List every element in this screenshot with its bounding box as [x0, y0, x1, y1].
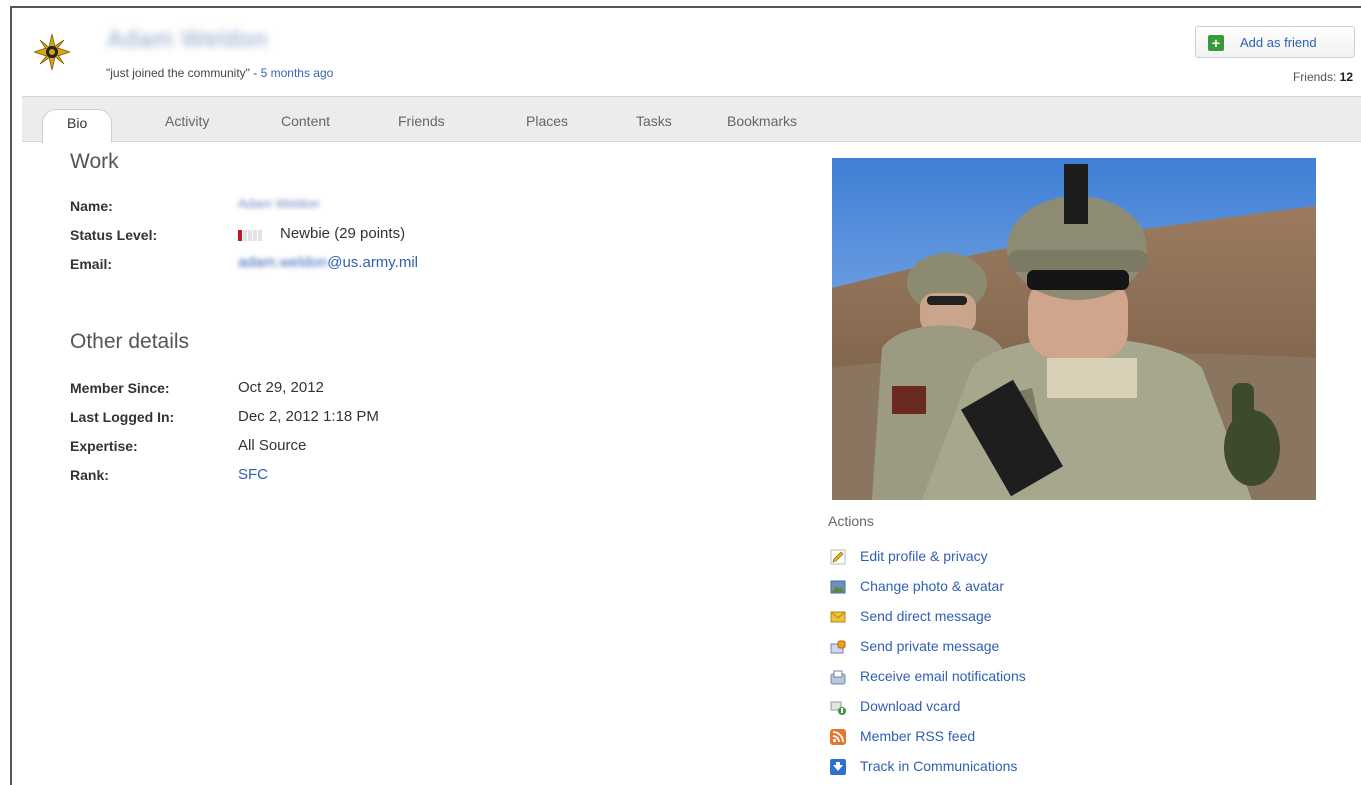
track-icon: [830, 759, 846, 775]
lock-envelope-icon: [830, 640, 846, 654]
name-label: Name:: [70, 198, 113, 214]
member-since-value: Oct 29, 2012: [238, 379, 324, 396]
tab-places[interactable]: Places: [526, 113, 568, 129]
name-value: Adam Weldon: [238, 196, 320, 211]
rank-link[interactable]: SFC: [238, 466, 268, 483]
profile-photo[interactable]: [832, 158, 1316, 500]
community-logo-icon: [34, 34, 70, 70]
profile-header: Adam Weldon "just joined the community" …: [12, 8, 1361, 96]
status-line: "just joined the community" - 5 months a…: [106, 66, 333, 80]
email-label: Email:: [70, 256, 113, 272]
pencil-icon: [830, 549, 846, 565]
other-details-title: Other details: [70, 330, 190, 353]
action-label: Send private message: [860, 638, 1000, 654]
action-label: Track in Communications: [860, 758, 1018, 774]
rank-label: Rank:: [70, 467, 109, 483]
expertise-value: All Source: [238, 437, 307, 454]
status-level-value: Newbie (29 points): [238, 225, 405, 242]
tab-tasks[interactable]: Tasks: [636, 113, 672, 129]
friends-count-value: 12: [1339, 70, 1353, 84]
actions-title: Actions: [828, 513, 874, 529]
rss-icon: [830, 729, 846, 745]
action-label: Send direct message: [860, 608, 992, 624]
action-label: Change photo & avatar: [860, 578, 1004, 594]
mailbox-icon: [830, 670, 846, 685]
last-logged-value: Dec 2, 2012 1:18 PM: [238, 408, 379, 425]
tab-bio[interactable]: Bio: [42, 109, 113, 143]
tab-activity[interactable]: Activity: [165, 113, 209, 129]
profile-tabs: Bio Activity Content Friends Places Task…: [22, 96, 1361, 143]
friends-count: Friends: 12: [1293, 70, 1353, 84]
profile-frame: Adam Weldon "just joined the community" …: [10, 6, 1361, 785]
status-time-link[interactable]: 5 months ago: [261, 66, 334, 80]
email-domain: @us.army.mil: [327, 254, 419, 271]
action-label: Receive email notifications: [860, 668, 1026, 684]
status-text: "just joined the community" -: [106, 66, 261, 80]
envelope-icon: [830, 611, 846, 623]
user-name: Adam Weldon: [107, 26, 269, 53]
picture-icon: [830, 580, 846, 594]
email-local-part: adam.weldon: [238, 254, 328, 271]
action-label: Download vcard: [860, 698, 961, 714]
status-level-text: Newbie (29 points): [280, 225, 406, 242]
expertise-label: Expertise:: [70, 438, 138, 454]
status-level-bar: [238, 228, 272, 241]
friends-label: Friends:: [1292, 70, 1340, 84]
work-section-title: Work: [70, 150, 119, 173]
action-label: Member RSS feed: [860, 728, 976, 744]
member-since-label: Member Since:: [70, 380, 170, 396]
action-label: Edit profile & privacy: [860, 548, 988, 564]
last-logged-label: Last Logged In:: [70, 409, 175, 425]
tab-content[interactable]: Content: [281, 113, 330, 129]
email-link[interactable]: adam.weldon@us.army.mil: [238, 254, 418, 271]
vcard-icon: [830, 701, 846, 715]
status-level-label: Status Level:: [70, 227, 158, 243]
plus-icon: +: [1208, 35, 1224, 51]
add-friend-button[interactable]: + Add as friend: [1195, 26, 1355, 58]
tab-bookmarks[interactable]: Bookmarks: [727, 113, 797, 129]
tab-friends[interactable]: Friends: [398, 113, 445, 129]
add-friend-label: Add as friend: [1240, 35, 1317, 50]
